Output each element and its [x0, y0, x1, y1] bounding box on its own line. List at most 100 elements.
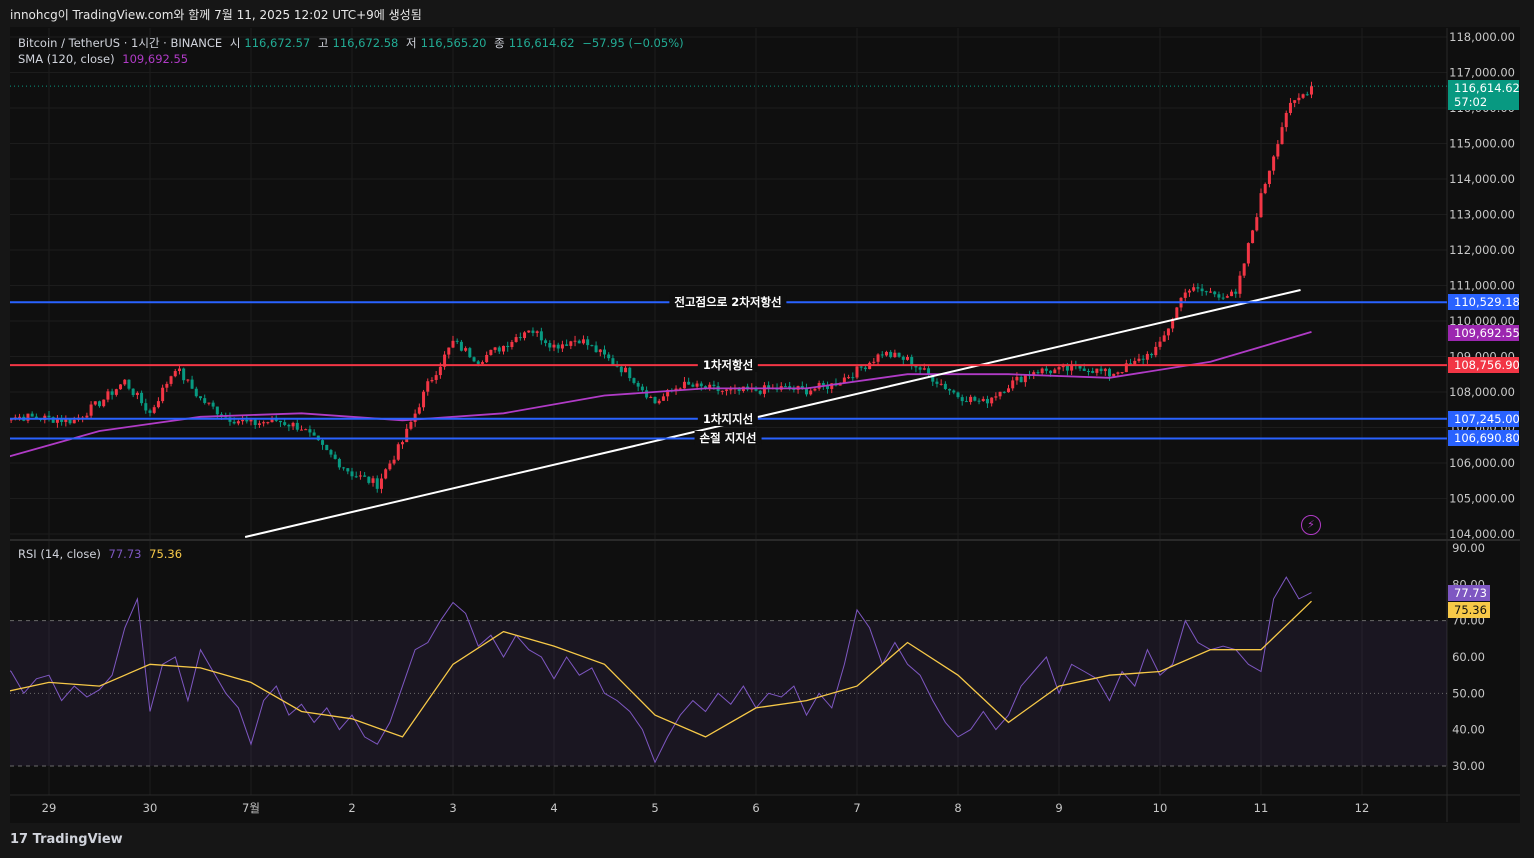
candle: [169, 375, 173, 387]
price-tick: 117,000.00: [1449, 66, 1515, 80]
price-tick: 118,000.00: [1449, 30, 1515, 44]
level-label[interactable]: 전고점으로 2차저항선: [669, 295, 787, 310]
candle-body: [186, 379, 190, 381]
candle-body: [1053, 369, 1057, 374]
candle-body: [1183, 292, 1187, 298]
candle-body: [859, 366, 863, 368]
candle-body: [847, 377, 851, 379]
candle-body: [1044, 368, 1048, 371]
candle: [312, 429, 316, 436]
candle: [590, 344, 594, 347]
candle: [342, 466, 346, 471]
candle-body: [1200, 288, 1204, 292]
candle-body: [358, 475, 362, 477]
candle-body: [1137, 358, 1141, 361]
candle: [577, 339, 581, 344]
level-label[interactable]: 1차지지선: [697, 411, 759, 426]
candle-body: [518, 337, 522, 339]
time-tick: 11: [1254, 801, 1269, 815]
candle: [472, 356, 476, 363]
candle-body: [472, 357, 476, 362]
candle-body: [510, 341, 514, 348]
candle: [392, 455, 396, 466]
logo-mark-icon: 𝟭𝟳: [10, 832, 33, 847]
tradingview-logo[interactable]: 𝟭𝟳 TradingView: [10, 832, 123, 847]
level-label[interactable]: 손절 지지선: [694, 431, 762, 446]
candle-body: [278, 420, 282, 423]
candle-body: [354, 476, 358, 478]
candle-body: [177, 368, 181, 372]
candle-body: [1095, 368, 1099, 373]
candle: [506, 341, 510, 352]
candle: [497, 345, 501, 355]
candle: [325, 444, 329, 451]
candle-body: [897, 352, 901, 357]
candle: [144, 398, 148, 414]
candle: [985, 395, 989, 409]
candle-body: [725, 389, 729, 391]
candle: [1246, 242, 1250, 267]
candle-body: [236, 421, 240, 424]
candle-body: [1187, 290, 1191, 293]
candle-body: [1263, 183, 1267, 194]
candle-body: [729, 389, 733, 391]
time-tick: 29: [42, 801, 57, 815]
candle-body: [257, 423, 261, 425]
candle: [598, 348, 602, 357]
candle: [897, 352, 901, 358]
candle: [291, 421, 295, 430]
candle-body: [1213, 291, 1217, 295]
candle: [1293, 100, 1297, 108]
candle-body: [342, 467, 346, 469]
candle-body: [426, 381, 430, 392]
candle-body: [262, 422, 266, 424]
candle-body: [350, 471, 354, 477]
candle: [1011, 376, 1015, 391]
candle: [1242, 263, 1246, 278]
candle-body: [590, 345, 594, 347]
candle-body: [367, 476, 371, 483]
candle: [548, 340, 552, 352]
candle: [901, 355, 905, 365]
candle-body: [1036, 372, 1040, 374]
candle: [278, 420, 282, 428]
candle-body: [758, 390, 762, 394]
price-tick: 104,000.00: [1449, 527, 1515, 541]
candle: [321, 438, 325, 450]
price-tick: 108,000.00: [1449, 385, 1515, 399]
chart-canvas[interactable]: 104,000.00105,000.00106,000.00107,000.00…: [0, 0, 1534, 858]
candle: [388, 460, 392, 471]
candle: [960, 394, 964, 406]
candle: [1297, 93, 1301, 104]
candle: [783, 383, 787, 388]
candle-body: [973, 396, 977, 401]
candle-body: [1225, 296, 1229, 298]
candle-body: [628, 367, 632, 379]
candle: [1255, 213, 1259, 232]
candle-body: [594, 345, 598, 353]
candle: [779, 382, 783, 392]
candle: [1179, 297, 1183, 312]
candle: [531, 327, 535, 337]
candle-body: [308, 429, 312, 433]
rsi-legend[interactable]: RSI (14, close) 77.73 75.36: [18, 547, 186, 561]
candle: [1187, 288, 1191, 297]
candle-body: [1040, 368, 1044, 374]
candle-body: [956, 392, 960, 398]
symbol-name[interactable]: Bitcoin / TetherUS · 1시간 · BINANCE: [18, 36, 222, 50]
candle-body: [199, 396, 202, 399]
candle: [884, 350, 888, 357]
lightning-icon[interactable]: ⚡: [1301, 515, 1321, 535]
candle-body: [203, 398, 207, 403]
candle-body: [1305, 94, 1309, 96]
candle: [434, 371, 438, 384]
candle-body: [527, 330, 531, 333]
candle-body: [994, 396, 998, 398]
open-label: 시: [229, 36, 241, 50]
level-label[interactable]: 1차저항선: [697, 358, 759, 373]
candle: [560, 340, 564, 352]
candle-body: [287, 424, 291, 427]
sma-legend[interactable]: SMA (120, close) 109,692.55: [18, 52, 192, 66]
candle-body: [47, 415, 51, 418]
candle: [186, 379, 190, 383]
